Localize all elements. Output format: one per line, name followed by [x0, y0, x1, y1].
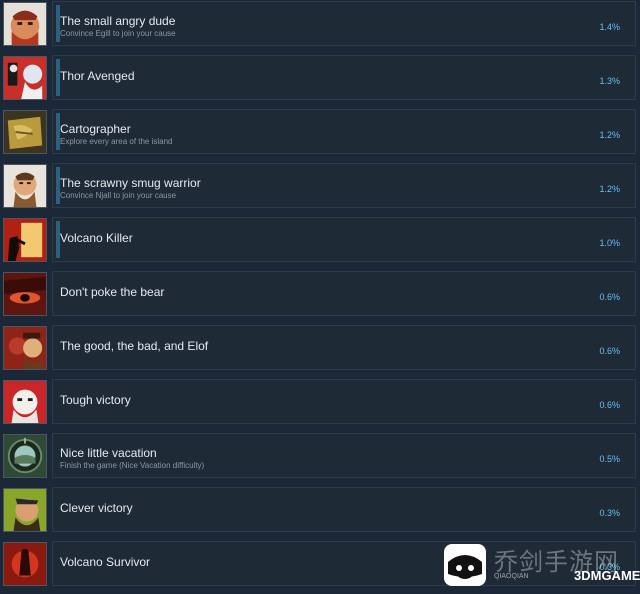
- achievement-title: Nice little vacation: [60, 446, 157, 460]
- achievement-description: Convince Egill to join your cause: [60, 29, 176, 38]
- unlock-percentage: 1.4%: [599, 22, 620, 32]
- achievement-panel: Don't poke the bear 0.6%: [52, 271, 636, 316]
- volcano-figure-icon: [3, 542, 47, 586]
- angry-dwarf-portrait-icon: [3, 2, 47, 46]
- achievement-title: Tough victory: [60, 393, 131, 407]
- achievement-row-volcano-killer[interactable]: Volcano Killer 1.0%: [0, 216, 640, 270]
- achievement-row-thor-avenged[interactable]: Thor Avenged 1.3%: [0, 54, 640, 108]
- achievement-description: Finish the game (Nice Vacation difficult…: [60, 461, 205, 470]
- volcano-silhouette-icon: [3, 218, 47, 262]
- achievement-panel: The good, the bad, and Elof 0.6%: [52, 325, 636, 370]
- bear-eye-icon: [3, 272, 47, 316]
- achievement-panel: The small angry dude Convince Egill to j…: [52, 1, 636, 46]
- thor-portrait-icon: [3, 56, 47, 100]
- unlock-percentage: 0.6%: [599, 346, 620, 356]
- achievement-panel: Cartographer Explore every area of the i…: [52, 109, 636, 154]
- achievement-row-nice-little-vacation[interactable]: Nice little vacation Finish the game (Ni…: [0, 432, 640, 486]
- unlock-percentage: 1.2%: [599, 130, 620, 140]
- achievement-title: The scrawny smug warrior: [60, 176, 201, 190]
- watermark-english-text: QIAOQIAN: [494, 573, 529, 580]
- achievement-panel: Thor Avenged 1.3%: [52, 55, 636, 100]
- unlock-percentage: 0.3%: [599, 508, 620, 518]
- achievement-panel: Tough victory 0.6%: [52, 379, 636, 424]
- achievement-description: Convince Njall to join your cause: [60, 191, 177, 200]
- achievement-title: Thor Avenged: [60, 69, 135, 83]
- achievement-row-dont-poke-the-bear[interactable]: Don't poke the bear 0.6%: [0, 270, 640, 324]
- watermark: 乔剑手游网 QIAOQIAN 3DMGAME: [442, 540, 640, 591]
- achievement-title: Don't poke the bear: [60, 285, 165, 299]
- unlock-percentage: 1.2%: [599, 184, 620, 194]
- achievement-row-small-angry-dude[interactable]: The small angry dude Convince Egill to j…: [0, 0, 640, 54]
- achievement-row-cartographer[interactable]: Cartographer Explore every area of the i…: [0, 108, 640, 162]
- achievement-panel: Clever victory 0.3%: [52, 487, 636, 532]
- clever-warrior-portrait-icon: [3, 488, 47, 532]
- achievement-panel: Nice little vacation Finish the game (Ni…: [52, 433, 636, 478]
- achievement-row-tough-victory[interactable]: Tough victory 0.6%: [0, 378, 640, 432]
- unlock-percentage: 0.5%: [599, 454, 620, 464]
- achievement-description: Explore every area of the island: [60, 137, 173, 146]
- achievement-title: Volcano Survivor: [60, 555, 151, 569]
- treasure-map-icon: [3, 110, 47, 154]
- achievement-row-good-bad-elof[interactable]: The good, the bad, and Elof 0.6%: [0, 324, 640, 378]
- achievement-title: Clever victory: [60, 501, 133, 515]
- unlock-percentage: 1.3%: [599, 76, 620, 86]
- watermark-brand: 3DMGAME: [574, 568, 640, 583]
- achievement-row-scrawny-smug-warrior[interactable]: The scrawny smug warrior Convince Njall …: [0, 162, 640, 216]
- achievement-title: Cartographer: [60, 122, 131, 136]
- unlock-percentage: 1.0%: [599, 238, 620, 248]
- tough-warrior-portrait-icon: [3, 380, 47, 424]
- two-vikings-portrait-icon: [3, 326, 47, 370]
- unlock-percentage: 0.6%: [599, 292, 620, 302]
- achievement-title: The small angry dude: [60, 14, 176, 28]
- achievement-panel: Volcano Killer 1.0%: [52, 217, 636, 262]
- mascot-face-icon: [444, 544, 486, 586]
- compass-scope-icon: [3, 434, 47, 478]
- achievement-panel: The scrawny smug warrior Convince Njall …: [52, 163, 636, 208]
- achievement-row-clever-victory[interactable]: Clever victory 0.3%: [0, 486, 640, 540]
- achievement-title: Volcano Killer: [60, 231, 133, 245]
- unlock-percentage: 0.6%: [599, 400, 620, 410]
- achievement-title: The good, the bad, and Elof: [60, 339, 209, 353]
- warrior-portrait-icon: [3, 164, 47, 208]
